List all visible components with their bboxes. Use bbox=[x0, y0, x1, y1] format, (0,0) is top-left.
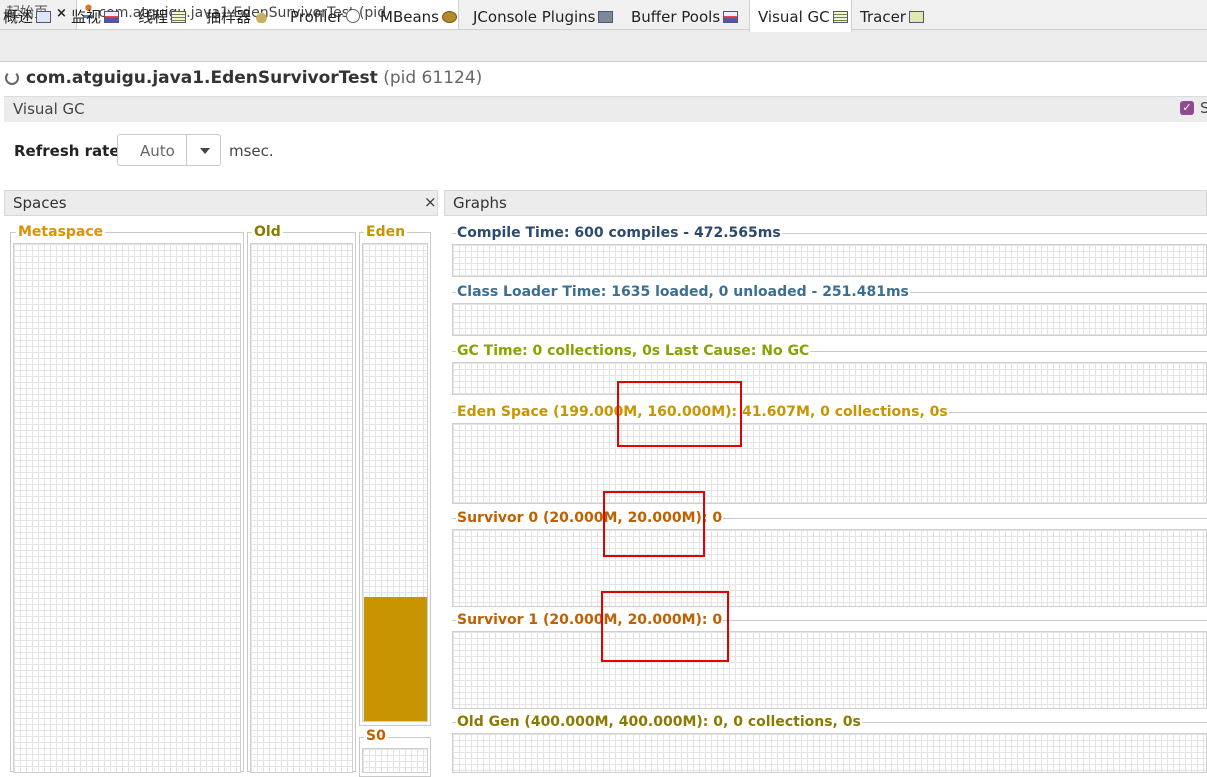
overview-icon bbox=[36, 11, 52, 23]
annotation-box-survivor0 bbox=[603, 491, 705, 557]
chevron-down-icon[interactable] bbox=[200, 148, 210, 154]
tab-label: Profiler bbox=[290, 8, 343, 26]
tab-label: 概述 bbox=[3, 8, 34, 26]
bean-icon bbox=[441, 11, 457, 23]
tab-sampler[interactable]: 抽样器 bbox=[206, 0, 270, 31]
spaces-panel-header bbox=[4, 190, 438, 216]
tab-tracer[interactable]: Tracer bbox=[860, 0, 924, 31]
gc-time-graph bbox=[452, 362, 1207, 395]
combo-separator bbox=[186, 135, 187, 165]
tab-overview[interactable]: 概述 bbox=[3, 0, 52, 31]
metaspace-label: Metaspace bbox=[16, 224, 106, 240]
tab-buffer-pools[interactable]: Buffer Pools bbox=[631, 0, 739, 31]
tab-label: 监视 bbox=[71, 8, 102, 26]
tab-threads[interactable]: 线程 bbox=[138, 0, 187, 31]
compile-time-graph bbox=[452, 244, 1207, 277]
old-space-grid bbox=[250, 243, 353, 773]
old-gen-title: Old Gen (400.000M, 400.000M): 0, 0 colle… bbox=[456, 714, 862, 730]
page-title: com.atguigu.java1.EdenSurvivorTest (pid … bbox=[26, 68, 482, 88]
sampler-icon bbox=[254, 9, 270, 23]
clock-icon bbox=[345, 9, 360, 23]
tab-label: Visual GC bbox=[758, 8, 830, 26]
refresh-rate-unit: msec. bbox=[229, 142, 274, 160]
annotation-box-survivor1 bbox=[601, 591, 729, 662]
eden-usage-fill bbox=[364, 597, 427, 721]
gc-time-title: GC Time: 0 collections, 0s Last Cause: N… bbox=[456, 343, 811, 359]
old-gen-graph bbox=[452, 733, 1207, 773]
metaspace-grid bbox=[13, 243, 241, 773]
table-icon bbox=[832, 11, 848, 23]
tab-monitor[interactable]: 监视 bbox=[71, 0, 120, 31]
graphs-panel-header bbox=[444, 190, 1207, 216]
threads-icon bbox=[171, 11, 187, 23]
show-checkbox-label: S bbox=[1200, 99, 1207, 117]
s0-space-grid bbox=[362, 748, 428, 773]
close-icon[interactable]: × bbox=[56, 6, 67, 21]
compile-time-title: Compile Time: 600 compiles - 472.565ms bbox=[456, 225, 782, 241]
class-loader-graph bbox=[452, 303, 1207, 336]
visual-gc-header bbox=[4, 96, 1207, 122]
app-name: com.atguigu.java1.EdenSurvivorTest bbox=[26, 68, 378, 88]
tab-label: JConsole Plugins bbox=[473, 8, 596, 26]
visual-gc-title: Visual GC bbox=[13, 100, 85, 118]
annotation-box-eden bbox=[617, 381, 742, 447]
tracer-icon bbox=[908, 11, 924, 23]
s0-space-label: S0 bbox=[364, 728, 388, 744]
tab-label: Tracer bbox=[860, 8, 906, 26]
tab-mbeans[interactable]: MBeans bbox=[380, 0, 457, 31]
tool-tab-bar bbox=[0, 30, 1207, 62]
tab-profiler[interactable]: Profiler bbox=[290, 0, 360, 31]
eden-space-label: Eden bbox=[364, 224, 408, 240]
close-icon[interactable]: × bbox=[424, 193, 437, 211]
refresh-rate-label: Refresh rate: bbox=[14, 142, 126, 160]
eden-space-graph bbox=[452, 423, 1207, 504]
survivor0-graph bbox=[452, 529, 1207, 607]
tab-label: Buffer Pools bbox=[631, 8, 721, 26]
show-checkbox[interactable]: ✓ bbox=[1180, 101, 1194, 115]
tab-label: 线程 bbox=[138, 8, 169, 26]
tab-label: 抽样器 bbox=[206, 8, 252, 26]
plugin-icon bbox=[598, 11, 614, 23]
spaces-panel-title: Spaces bbox=[13, 194, 67, 212]
buffer-chart-icon bbox=[723, 11, 739, 23]
tab-label: MBeans bbox=[380, 8, 439, 26]
class-loader-title: Class Loader Time: 1635 loaded, 0 unload… bbox=[456, 284, 910, 300]
refresh-spinner-icon bbox=[5, 71, 19, 85]
app-pid: (pid 61124) bbox=[383, 68, 483, 88]
graphs-panel-title: Graphs bbox=[453, 194, 507, 212]
survivor1-graph bbox=[452, 631, 1207, 709]
monitor-chart-icon bbox=[104, 11, 120, 23]
tab-jconsole-plugins[interactable]: JConsole Plugins bbox=[473, 0, 614, 31]
refresh-rate-value: Auto bbox=[140, 142, 175, 160]
old-space-label: Old bbox=[252, 224, 283, 240]
tab-visual-gc[interactable]: Visual GC bbox=[749, 0, 852, 32]
